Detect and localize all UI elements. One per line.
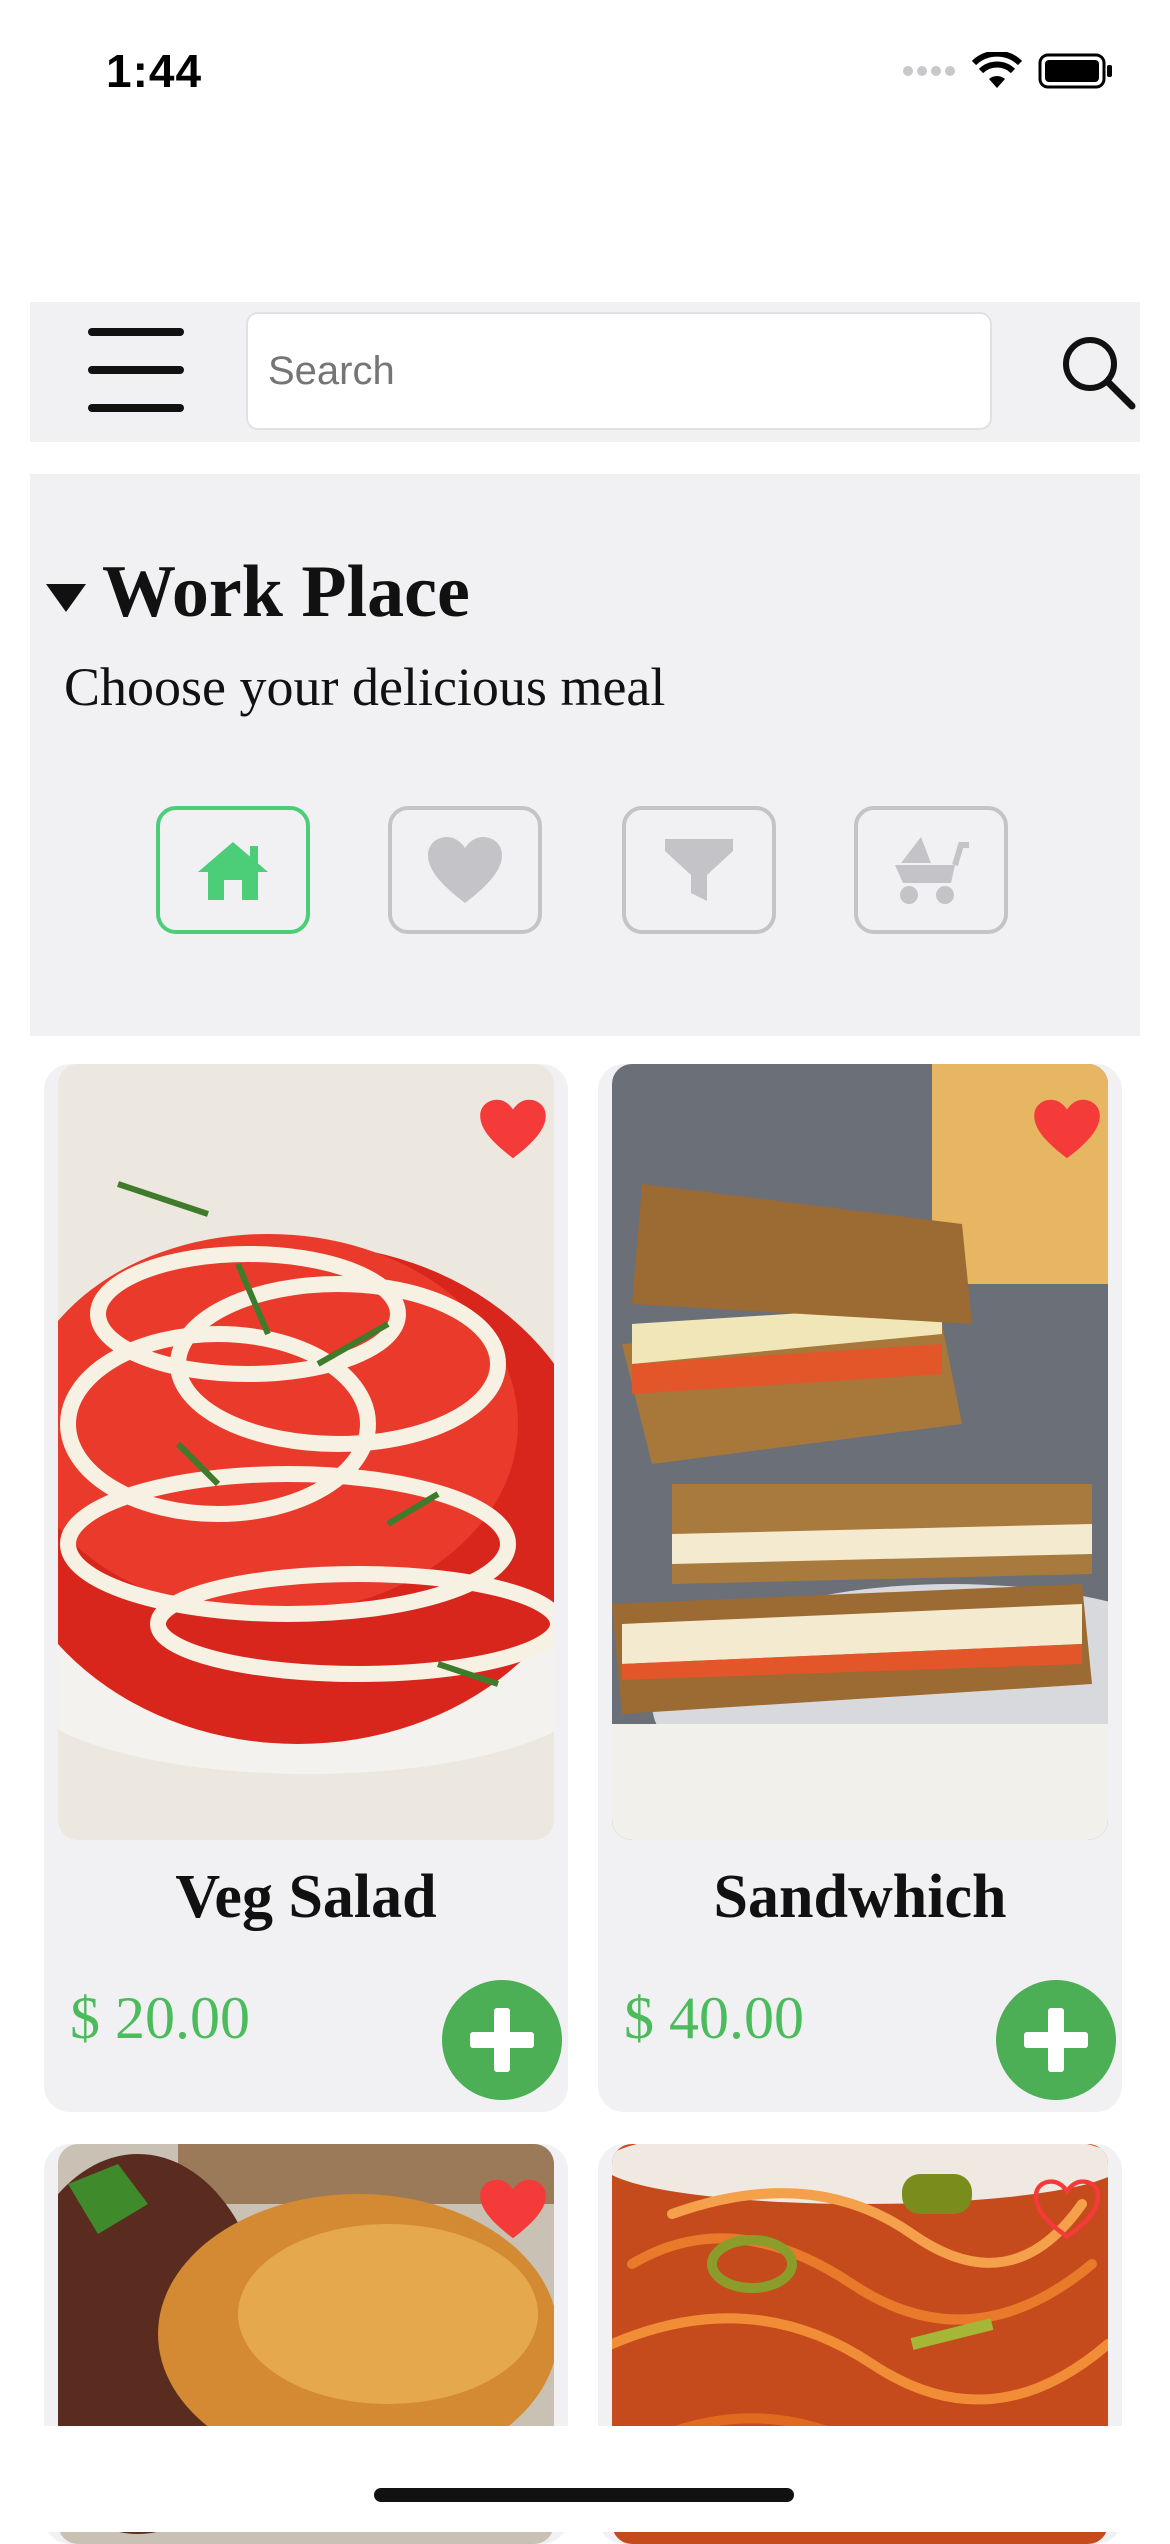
add-to-cart-button[interactable]: [996, 1980, 1116, 2100]
wifi-icon: [972, 52, 1022, 88]
food-card[interactable]: Veg Salad $ 20.00: [44, 1064, 568, 2112]
tab-cart[interactable]: [854, 806, 1008, 934]
food-image: [58, 1064, 554, 1840]
favorite-heart-icon[interactable]: [1030, 1098, 1104, 1160]
favorite-heart-icon[interactable]: [476, 2178, 550, 2240]
home-icon: [198, 842, 268, 900]
signal-icon: [903, 66, 955, 76]
menu-button[interactable]: [88, 328, 188, 414]
add-to-cart-button[interactable]: [442, 1980, 562, 2100]
food-image: [612, 1064, 1108, 1840]
heart-icon: [428, 837, 502, 903]
favorite-heart-icon[interactable]: [476, 1098, 550, 1160]
food-name: Sandwhich: [713, 1863, 1007, 1931]
tab-home[interactable]: [156, 806, 310, 934]
tab-filter[interactable]: [622, 806, 776, 934]
food-name: Veg Salad: [175, 1863, 437, 1931]
status-indicators: [902, 52, 1114, 90]
page-subtitle: Choose your delicious meal: [64, 657, 666, 717]
filter-icon: [665, 839, 733, 901]
food-card[interactable]: Sandwhich $ 40.00: [598, 1064, 1122, 2112]
status-time: 1:44: [106, 45, 203, 97]
tab-favorites[interactable]: [388, 806, 542, 934]
favorite-heart-icon[interactable]: [1030, 2178, 1104, 2240]
search-input[interactable]: [246, 312, 992, 430]
bottom-area: [0, 2426, 1170, 2532]
search-icon[interactable]: [1058, 332, 1138, 412]
battery-icon: [1038, 53, 1112, 89]
home-indicator[interactable]: [374, 2488, 794, 2502]
page-title: Work Place: [102, 551, 470, 633]
food-price: $ 20.00: [70, 1985, 250, 2051]
caret-down-icon[interactable]: [46, 584, 86, 612]
stroller-icon: [895, 837, 969, 904]
food-price: $ 40.00: [624, 1985, 804, 2051]
